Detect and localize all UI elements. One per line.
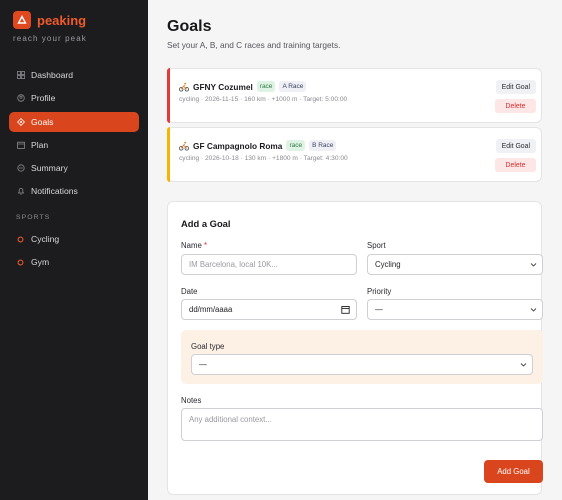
app-name: peaking [37,12,87,28]
required-marker: * [203,241,208,250]
goal-name: GF Campagnolo Roma [193,140,283,151]
name-input[interactable]: IM Barcelona, local 10K... [181,254,357,275]
race-tier-badge: B Race [309,140,337,151]
notes-textarea[interactable]: Any additional context... [181,408,543,441]
sidebar: peaking reach your peak Dashboard Profil… [0,0,148,500]
priority-select[interactable]: — [367,299,543,320]
logo-icon [13,11,31,29]
nav-label: Notifications [31,186,78,197]
sport-select[interactable]: Cycling [367,254,543,275]
nav-item-plan[interactable]: Plan [9,135,139,155]
main-nav: Dashboard Profile Goals Plan Summary Not… [9,65,139,205]
sports-nav: Cycling Gym [9,229,139,276]
goal-type-panel: Goal type — [181,330,543,384]
nav-item-profile[interactable]: Profile [9,88,139,108]
nav-label: Gym [31,257,50,268]
nav-item-notifications[interactable]: Notifications [9,181,139,201]
nav-label: Goals [31,116,54,127]
nav-label: Cycling [31,234,60,244]
nav-label: Dashboard [31,70,74,80]
goal-name: GFNY Cozumel [193,81,253,92]
calendar-icon[interactable] [341,305,350,314]
nav-item-cycling[interactable]: Cycling [9,229,139,249]
nav-item-goals[interactable]: Goals [9,111,139,132]
brand[interactable]: peaking [13,11,86,29]
sport-select-value: Cycling [375,260,401,269]
bell-icon [16,187,25,196]
calendar-icon [16,140,25,149]
target-icon [16,117,25,126]
priority-label: Priority [367,287,392,296]
nav-label: Profile [31,93,56,104]
priority-select-value: — [375,305,383,314]
b-race-accent-bar [167,127,170,182]
delete-goal-button[interactable]: Delete [495,99,536,113]
sport-label: Sport [367,241,386,250]
page-subtitle: Set your A, B, and C races and training … [167,40,341,50]
notes-label: Notes [181,396,202,405]
date-input[interactable]: dd/mm/aaaa [181,299,357,320]
date-label: Date [181,287,198,296]
gym-dot-icon [16,258,25,267]
chevron-down-icon [530,263,537,267]
nav-item-gym[interactable]: Gym [9,252,139,272]
goal-header: GFNY Cozumel race A Race [179,81,310,92]
a-race-accent-bar [167,68,170,123]
edit-goal-button[interactable]: Edit Goal [495,139,536,153]
cyclist-icon [179,141,189,150]
goal-meta: cycling · 2026-11-15 · 160 km · +1000 m … [179,96,348,103]
cyclist-icon [179,82,189,91]
chevron-down-icon [520,363,527,367]
goal-meta: cycling · 2026-10-18 · 130 km · +1800 m … [179,155,348,162]
add-goal-button[interactable]: Add Goal [484,460,543,483]
nav-label: Plan [31,139,49,150]
goal-type-badge: race [256,81,276,92]
name-label-text: Name [181,241,202,250]
goal-card: GF Campagnolo Roma race B Race cycling ·… [167,127,542,182]
goal-type-select[interactable]: — [191,354,533,375]
edit-goal-button[interactable]: Edit Goal [495,80,536,94]
chart-icon [16,164,25,173]
form-title: Add a Goal [181,218,231,229]
main-content: Goals Set your A, B, and C races and tra… [148,0,562,500]
grid-icon [16,71,25,80]
nav-item-dashboard[interactable]: Dashboard [9,65,139,85]
page-title: Goals [167,18,212,35]
nav-label: Summary [31,163,68,174]
goal-card: GFNY Cozumel race A Race cycling · 2026-… [167,68,542,123]
sports-section-label: SPORTS [16,214,51,221]
goal-header: GF Campagnolo Roma race B Race [179,140,340,151]
nav-item-summary[interactable]: Summary [9,158,139,178]
chevron-down-icon [530,308,537,312]
goal-type-select-value: — [199,360,207,369]
goal-type-label: Goal type [191,342,225,351]
date-input-value: dd/mm/aaaa [189,305,233,314]
cycling-dot-icon [16,235,25,244]
app-tagline: reach your peak [13,34,87,43]
add-goal-form: Add a Goal Name * IM Barcelona, local 10… [167,201,543,495]
name-label: Name * [181,241,207,250]
goal-type-badge: race [286,140,306,151]
user-icon [16,94,25,103]
delete-goal-button[interactable]: Delete [495,158,536,172]
race-tier-badge: A Race [279,81,307,92]
